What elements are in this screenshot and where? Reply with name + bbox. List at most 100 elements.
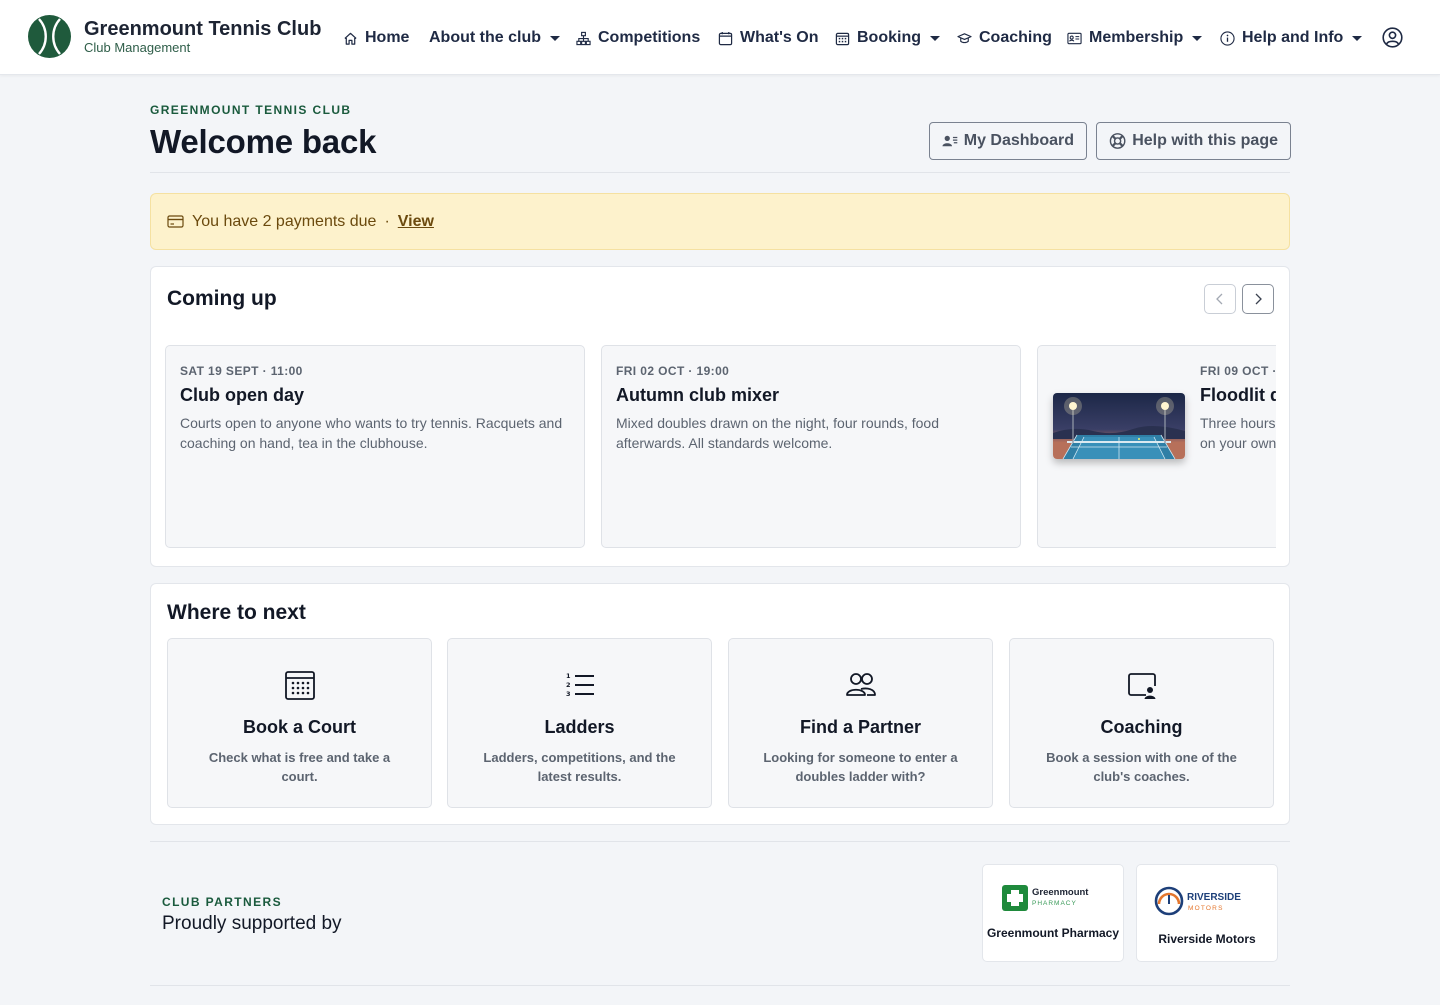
event-name: Club open day bbox=[180, 385, 305, 405]
tile-title: Coaching bbox=[1100, 717, 1183, 737]
nav-coaching[interactable]: Coaching bbox=[957, 29, 1067, 47]
lifebuoy-icon bbox=[1109, 133, 1126, 149]
svg-text:MOTORS: MOTORS bbox=[1188, 905, 1224, 912]
top-navbar: Greenmount Tennis Club Club Management H… bbox=[0, 0, 1440, 75]
partners-heading: Proudly supported by bbox=[162, 913, 342, 934]
grid-calendar-icon bbox=[835, 32, 850, 45]
partners-eyebrow: CLUB PARTNERS bbox=[162, 895, 282, 909]
chevron-down-icon bbox=[1352, 35, 1363, 41]
event-date: FRI 02 OCT · 19:00 bbox=[616, 364, 730, 378]
event-description: Three hours Courts 1 and Partners cha on… bbox=[1200, 415, 1276, 452]
event-card[interactable]: FRI 09 OCT · Floodlit d Three hours Cour… bbox=[1037, 345, 1276, 548]
brand-title: Greenmount Tennis Club bbox=[84, 17, 322, 40]
chevron-down-icon bbox=[930, 35, 940, 41]
numbered-list-icon: 123 bbox=[566, 672, 594, 698]
person-board-icon bbox=[1128, 673, 1156, 699]
pharmacy-cross-logo: Greenmount PHARMACY bbox=[1002, 885, 1089, 911]
nav-home[interactable]: Home bbox=[343, 29, 429, 47]
alert-view-link[interactable]: View bbox=[398, 213, 434, 231]
tile-title: Ladders bbox=[544, 717, 615, 737]
payments-alert: You have 2 payments due · View bbox=[150, 193, 1290, 250]
chevron-down-icon bbox=[549, 35, 560, 41]
events-carousel: SAT 19 SEPT · 11:00 Club open day Courts… bbox=[165, 345, 1276, 550]
tile-find-a-partner[interactable]: Find a Partner Looking for someone to en… bbox=[728, 638, 993, 808]
sitemap-icon bbox=[576, 31, 591, 45]
nav-competitions-label: Competitions bbox=[598, 29, 701, 46]
nav-membership-label: Membership bbox=[1089, 29, 1184, 46]
svg-text:3: 3 bbox=[566, 690, 571, 698]
tile-title: Find a Partner bbox=[799, 717, 922, 737]
partner-name: Riverside Motors bbox=[1158, 932, 1256, 946]
event-name: Autumn club mixer bbox=[616, 385, 780, 405]
event-description: Mixed doubles drawn on the night, four r… bbox=[616, 415, 939, 452]
speedometer-logo: RIVERSIDE MOTORS bbox=[1154, 886, 1241, 916]
chevron-left-icon bbox=[1216, 293, 1223, 305]
nav-booking-label: Booking bbox=[857, 29, 921, 46]
coming-up-panel: Coming up SAT 19 SEPT · 11:00 Club open … bbox=[150, 266, 1290, 567]
nav-membership[interactable]: Membership bbox=[1067, 29, 1220, 47]
info-icon bbox=[1220, 30, 1235, 46]
calendar-icon bbox=[718, 31, 733, 45]
svg-text:PHARMACY: PHARMACY bbox=[1032, 900, 1077, 907]
tennis-ball-icon bbox=[28, 15, 71, 58]
page-eyebrow: GREENMOUNT TENNIS CLUB bbox=[150, 103, 352, 117]
tile-coaching[interactable]: Coaching Book a session with one of the … bbox=[1009, 638, 1274, 808]
svg-text:1: 1 bbox=[566, 672, 571, 680]
partners-divider-bottom bbox=[150, 985, 1290, 986]
nav-whats-on[interactable]: What's On bbox=[718, 29, 835, 47]
event-date: FRI 09 OCT · bbox=[1200, 364, 1276, 378]
carousel-prev-button[interactable] bbox=[1204, 284, 1236, 314]
svg-text:Greenmount: Greenmount bbox=[1032, 887, 1089, 898]
brand[interactable]: Greenmount Tennis Club Club Management bbox=[28, 15, 321, 58]
where-to-next-panel: Where to next Book a Court Check what is… bbox=[150, 583, 1290, 825]
user-circle-icon[interactable] bbox=[1382, 27, 1403, 48]
tile-description: Looking for someone to enter a doubles l… bbox=[763, 750, 958, 784]
help-with-page-label: Help with this page bbox=[1132, 132, 1278, 149]
coming-up-title: Coming up bbox=[167, 287, 277, 310]
partner-greenmount-pharmacy[interactable]: Greenmount PHARMACY Greenmount Pharmacy bbox=[982, 864, 1124, 962]
nav-whats-on-label: What's On bbox=[740, 29, 819, 46]
user-list-icon bbox=[942, 135, 958, 147]
tile-description: Ladders, competitions, and the latest re… bbox=[483, 750, 676, 784]
nav-coaching-label: Coaching bbox=[979, 29, 1052, 46]
event-card[interactable]: SAT 19 SEPT · 11:00 Club open day Courts… bbox=[165, 345, 585, 548]
floodlit-court-image bbox=[1053, 393, 1185, 459]
nav-help-label: Help and Info bbox=[1242, 29, 1344, 46]
where-to-next-title: Where to next bbox=[167, 601, 306, 624]
svg-text:2: 2 bbox=[566, 681, 571, 689]
partner-name: Greenmount Pharmacy bbox=[986, 926, 1120, 940]
brand-subtitle: Club Management bbox=[84, 39, 191, 55]
chevron-down-icon bbox=[1192, 35, 1203, 41]
tile-ladders[interactable]: 123 Ladders Ladders, competitions, and t… bbox=[447, 638, 712, 808]
tile-book-a-court[interactable]: Book a Court Check what is free and take… bbox=[167, 638, 432, 808]
nav-booking[interactable]: Booking bbox=[835, 29, 957, 47]
nav-about-the-club[interactable]: About the club bbox=[429, 29, 576, 47]
event-date: SAT 19 SEPT · 11:00 bbox=[180, 364, 303, 378]
my-dashboard-label: My Dashboard bbox=[963, 132, 1074, 149]
tile-description: Check what is free and take a court. bbox=[208, 750, 391, 784]
credit-card-icon bbox=[167, 215, 184, 228]
event-name: Floodlit d bbox=[1200, 385, 1276, 405]
event-description: Courts open to anyone who wants to try t… bbox=[180, 415, 563, 452]
chevron-right-icon bbox=[1255, 293, 1262, 305]
tile-title: Book a Court bbox=[242, 717, 356, 737]
header-divider bbox=[150, 172, 1290, 173]
carousel-next-button[interactable] bbox=[1242, 284, 1274, 314]
nav-help-and-info[interactable]: Help and Info bbox=[1220, 29, 1382, 47]
event-card[interactable]: FRI 02 OCT · 19:00 Autumn club mixer Mix… bbox=[601, 345, 1021, 548]
home-icon bbox=[344, 32, 357, 45]
partner-riverside-motors[interactable]: RIVERSIDE MOTORS Riverside Motors bbox=[1136, 864, 1278, 962]
nav-about-label: About the club bbox=[429, 29, 541, 46]
alert-message: You have 2 payments due bbox=[192, 212, 377, 230]
partners-divider-top bbox=[150, 841, 1290, 842]
nav-home-label: Home bbox=[365, 29, 410, 46]
page-title: Welcome back bbox=[150, 123, 377, 160]
calendar-grid-icon bbox=[285, 671, 315, 700]
tile-description: Book a session with one of the club's co… bbox=[1046, 750, 1237, 784]
people-icon bbox=[846, 673, 876, 696]
svg-text:RIVERSIDE: RIVERSIDE bbox=[1187, 892, 1241, 903]
help-with-page-button[interactable]: Help with this page bbox=[1096, 122, 1291, 160]
id-card-icon bbox=[1067, 32, 1082, 44]
nav-competitions[interactable]: Competitions bbox=[576, 29, 718, 47]
my-dashboard-button[interactable]: My Dashboard bbox=[929, 122, 1087, 160]
